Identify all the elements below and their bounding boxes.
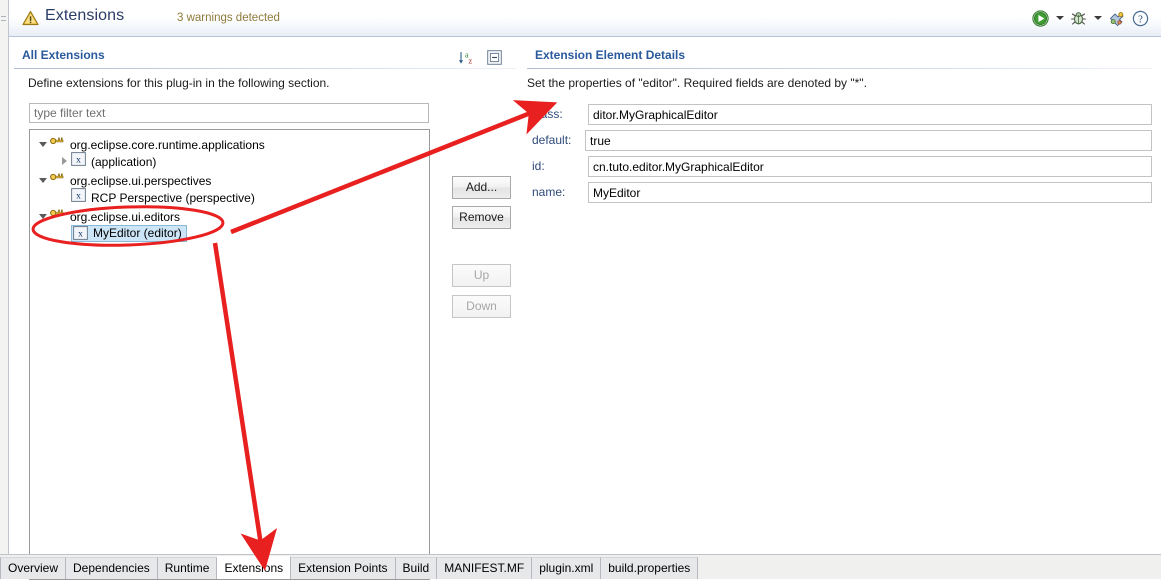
extension-element-details-description: Set the properties of "editor". Required… xyxy=(527,76,867,90)
expand-arrow-open-icon[interactable] xyxy=(36,206,49,224)
property-label: class: xyxy=(532,107,563,121)
tree-item-content: org.eclipse.ui.editors xyxy=(49,205,180,226)
xml-element-icon: x xyxy=(71,151,86,166)
gutter-mark-1 xyxy=(1,16,6,17)
page-title: Extensions xyxy=(45,7,125,24)
property-row: name: xyxy=(532,182,1152,203)
expand-arrow-closed-icon[interactable] xyxy=(58,152,71,170)
sort-az-icon[interactable]: a z xyxy=(458,50,476,66)
tree-item-content: org.eclipse.core.runtime.applications xyxy=(49,133,265,154)
property-input[interactable] xyxy=(585,130,1152,151)
tree-item-label: org.eclipse.core.runtime.applications xyxy=(70,137,265,152)
all-extensions-title: All Extensions xyxy=(22,48,105,62)
header-toolbar: ? xyxy=(1030,8,1151,28)
tree-item-content: org.eclipse.ui.perspectives xyxy=(49,169,211,190)
property-label: default: xyxy=(532,133,572,147)
tree-item-label: org.eclipse.ui.editors xyxy=(70,209,181,224)
tree-item-label: MyEditor (editor) xyxy=(93,226,182,240)
extension-point-icon xyxy=(49,205,65,221)
extension-element-details-section: Extension Element Details Set the proper… xyxy=(527,45,1152,543)
expand-arrow-open-icon[interactable] xyxy=(36,170,49,188)
run-icon[interactable] xyxy=(1030,8,1051,28)
tree-item[interactable]: x RCP Perspective (perspective) xyxy=(30,187,429,206)
add-button[interactable]: Add... xyxy=(452,176,511,199)
remove-button[interactable]: Remove xyxy=(452,206,511,229)
svg-text:x: x xyxy=(76,191,81,201)
svg-text:x: x xyxy=(76,155,81,165)
editor-left-gutter xyxy=(0,0,9,555)
extension-element-details-title: Extension Element Details xyxy=(535,48,686,62)
tab-plugin-xml[interactable]: plugin.xml xyxy=(532,557,602,579)
collapse-all-icon[interactable] xyxy=(487,50,502,65)
tree-item-label: org.eclipse.ui.perspectives xyxy=(70,173,212,188)
warning-triangle-icon xyxy=(22,10,39,26)
tab-dependencies[interactable]: Dependencies xyxy=(66,557,158,579)
gutter-mark-2 xyxy=(1,20,6,21)
tab-overview[interactable]: Overview xyxy=(0,557,67,579)
pde-extensions-editor: Extensions 3 warnings detected ? All Ext… xyxy=(0,0,1161,580)
svg-text:?: ? xyxy=(1138,14,1143,25)
property-label: name: xyxy=(532,185,566,199)
tree-item[interactable]: x (application) xyxy=(30,151,429,170)
section-divider-right xyxy=(527,68,1152,69)
tree-item[interactable]: org.eclipse.ui.editors xyxy=(30,206,429,224)
tree-item-label: (application) xyxy=(91,154,157,169)
tree-item-label: RCP Perspective (perspective) xyxy=(91,190,255,205)
help-question-icon[interactable]: ? xyxy=(1130,8,1151,28)
all-extensions-description: Define extensions for this plug-in in th… xyxy=(28,76,330,90)
tree-item[interactable]: org.eclipse.ui.perspectives xyxy=(30,170,429,188)
xml-element-icon: x xyxy=(71,187,86,202)
property-row: id: xyxy=(532,156,1152,177)
extension-point-icon xyxy=(49,133,65,149)
warning-count-label: 3 warnings detected xyxy=(177,12,280,24)
all-extensions-section: All Extensions Define extensions for thi… xyxy=(14,45,516,580)
debug-bug-icon[interactable] xyxy=(1068,8,1089,28)
run-dropdown-arrow-icon[interactable] xyxy=(1054,8,1065,28)
property-input[interactable] xyxy=(588,156,1152,177)
debug-dropdown-arrow-icon[interactable] xyxy=(1092,8,1103,28)
svg-text:x: x xyxy=(78,229,83,239)
tab-manifest-mf[interactable]: MANIFEST.MF xyxy=(437,557,533,579)
up-button[interactable]: Up xyxy=(452,264,511,287)
tree-item[interactable]: x MyEditor (editor) xyxy=(30,224,429,242)
property-input[interactable] xyxy=(588,104,1152,125)
property-row: default: xyxy=(532,130,1152,151)
filter-input[interactable] xyxy=(29,103,429,123)
extension-point-icon xyxy=(49,169,65,185)
tab-extension-points[interactable]: Extension Points xyxy=(291,557,396,579)
tab-build[interactable]: Build xyxy=(395,557,438,579)
tab-extensions[interactable]: Extensions xyxy=(217,556,292,579)
form-header: Extensions 3 warnings detected ? xyxy=(9,0,1161,37)
property-row: class: xyxy=(532,104,1152,125)
expand-arrow-open-icon[interactable] xyxy=(36,134,49,152)
property-input[interactable] xyxy=(588,182,1152,203)
plugin-puzzle-icon[interactable] xyxy=(1106,8,1127,28)
tab-build-properties[interactable]: build.properties xyxy=(601,557,699,579)
editor-tab-strip[interactable]: Overview Dependencies Runtime Extensions Ext… xyxy=(0,554,1161,579)
tree-item[interactable]: org.eclipse.core.runtime.applications xyxy=(30,134,429,152)
section-divider-left xyxy=(14,68,516,69)
svg-text:z: z xyxy=(469,56,473,65)
down-button[interactable]: Down xyxy=(452,295,511,318)
property-label: id: xyxy=(532,159,545,173)
tab-runtime[interactable]: Runtime xyxy=(157,557,218,579)
extensions-tree[interactable]: org.eclipse.core.runtime.applications x (a… xyxy=(29,129,430,580)
tree-item-content: x MyEditor (editor) xyxy=(71,224,187,242)
xml-element-icon: x xyxy=(73,226,88,240)
